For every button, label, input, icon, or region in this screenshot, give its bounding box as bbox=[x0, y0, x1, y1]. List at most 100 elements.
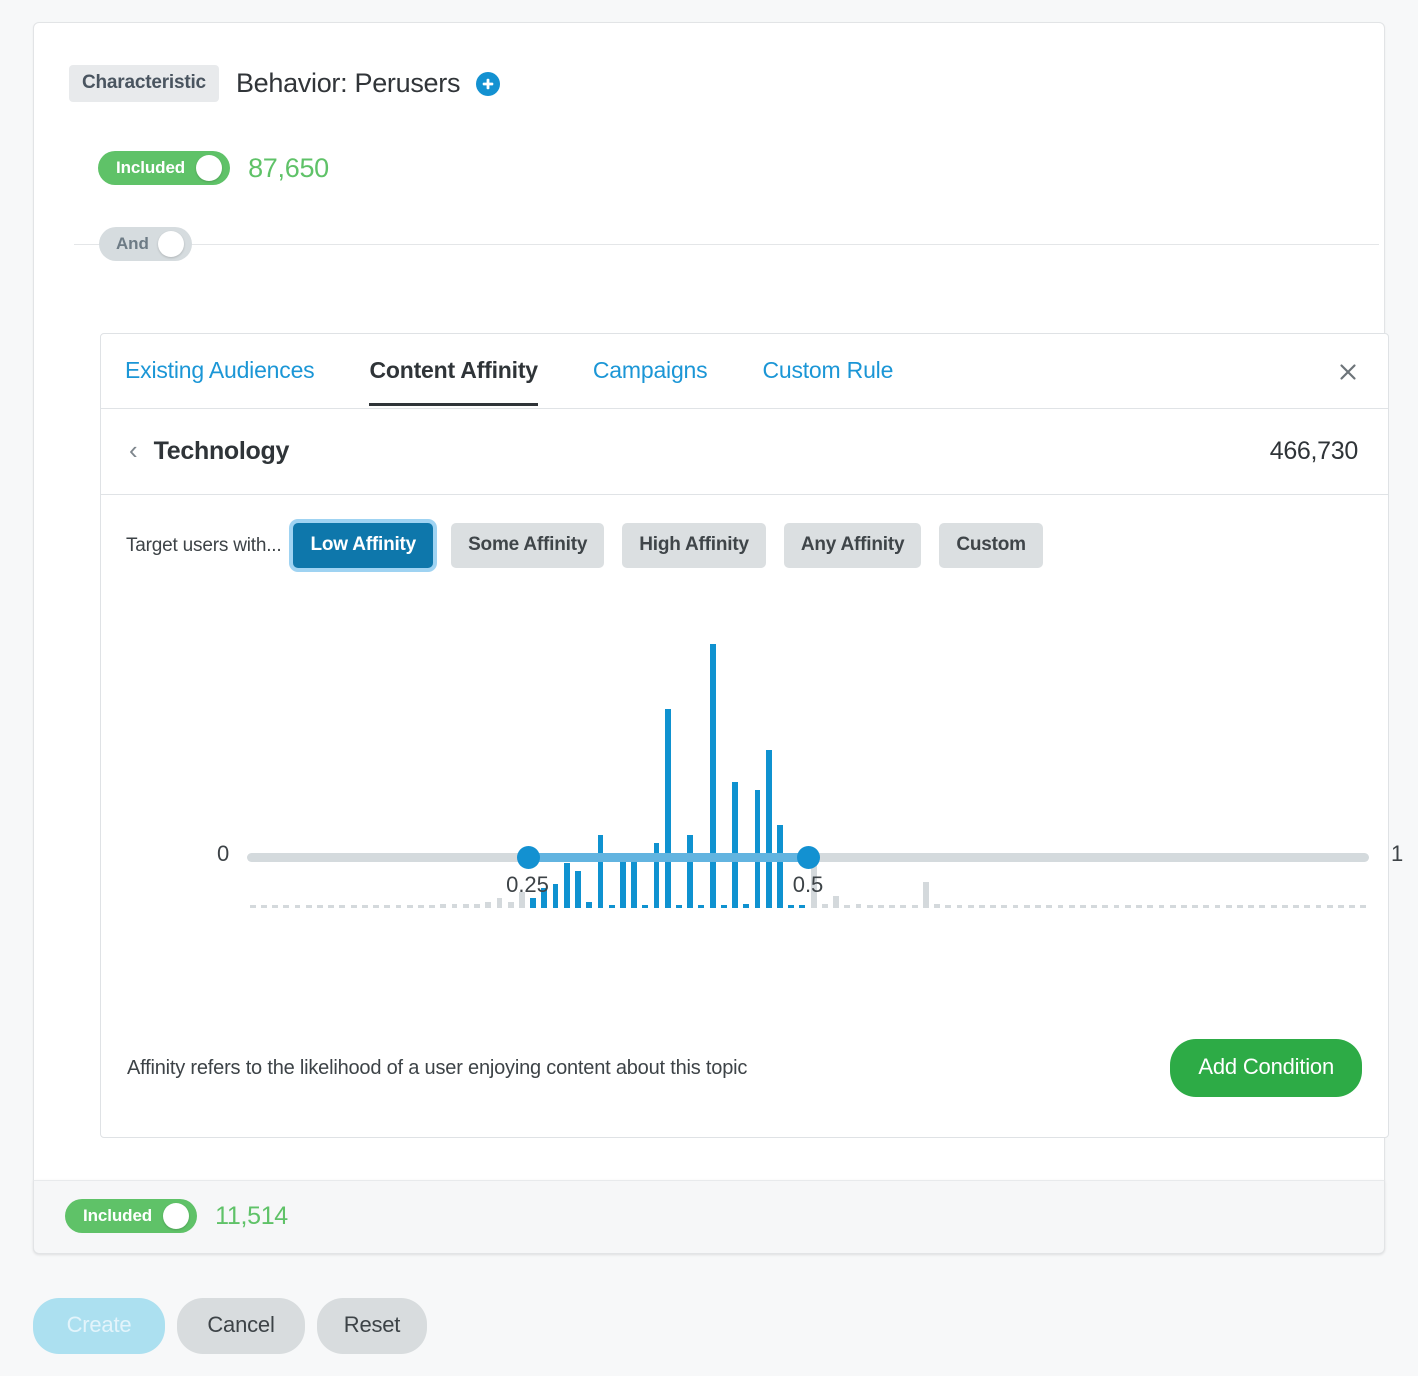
histogram-bar bbox=[1068, 905, 1075, 908]
histogram-bar bbox=[305, 905, 312, 908]
histogram-bar bbox=[429, 905, 436, 908]
included-toggle[interactable]: Included bbox=[98, 151, 231, 185]
characteristic-included-row: Included 87,650 bbox=[98, 151, 329, 185]
histogram-bar bbox=[1326, 905, 1333, 908]
affinity-option-custom[interactable]: Custom bbox=[939, 523, 1043, 568]
affinity-option-any[interactable]: Any Affinity bbox=[783, 523, 922, 568]
characteristic-title: Behavior: Perusers bbox=[235, 68, 461, 98]
range-slider: 0 1 0.25 0.5 bbox=[101, 841, 1403, 904]
histogram-bar bbox=[1001, 905, 1008, 908]
toggle-knob bbox=[163, 1203, 190, 1229]
histogram-bar bbox=[1293, 905, 1299, 908]
histogram-bar bbox=[978, 905, 985, 908]
included-toggle-label: Included bbox=[116, 158, 186, 177]
slider-low-value: 0.25 bbox=[506, 872, 549, 897]
histogram-bar bbox=[272, 905, 278, 908]
breadcrumb-title: Technology bbox=[153, 437, 290, 465]
histogram-bar bbox=[878, 905, 884, 908]
histogram-bar bbox=[608, 905, 615, 908]
histogram-bar bbox=[249, 905, 256, 908]
slider-high-value: 0.5 bbox=[792, 872, 824, 897]
histogram-bar bbox=[1360, 905, 1367, 908]
result-included-label: Included bbox=[83, 1206, 153, 1225]
histogram-bar bbox=[889, 905, 896, 908]
histogram-bar bbox=[1192, 905, 1198, 908]
condition-panel: Existing Audiences Content Affinity Camp… bbox=[100, 333, 1403, 1138]
histogram-bar bbox=[417, 905, 424, 908]
histogram-bar bbox=[1281, 905, 1288, 908]
histogram-bar bbox=[1079, 905, 1086, 908]
result-bar: Included 11,514 bbox=[33, 1180, 1385, 1254]
axis-max-label: 1 bbox=[1391, 841, 1404, 866]
affinity-selector: Target users with... Low Affinity Some A… bbox=[101, 495, 1388, 568]
histogram-bar bbox=[1338, 905, 1344, 908]
histogram-bar bbox=[720, 905, 727, 908]
histogram-bar bbox=[1035, 905, 1041, 908]
histogram-bar bbox=[1012, 905, 1019, 908]
histogram-bar bbox=[1304, 905, 1311, 908]
builder-card: Characteristic Behavior: Perusers Includ… bbox=[33, 22, 1403, 1254]
affinity-option-low[interactable]: Low Affinity bbox=[293, 523, 434, 568]
affinity-option-some[interactable]: Some Affinity bbox=[451, 523, 605, 568]
histogram-bar bbox=[1023, 905, 1030, 908]
plus-circle-icon[interactable] bbox=[476, 71, 501, 96]
histogram-bar bbox=[642, 905, 649, 908]
breadcrumb: ‹ Technology 466,730 bbox=[101, 409, 1388, 495]
histogram-bar bbox=[1180, 905, 1187, 908]
breadcrumb-count: 466,730 bbox=[1269, 437, 1359, 465]
create-button[interactable]: Create bbox=[33, 1298, 165, 1354]
histogram-bar bbox=[866, 905, 873, 908]
histogram-bar bbox=[911, 905, 918, 908]
affinity-footnote: Affinity refers to the likelihood of a u… bbox=[127, 1057, 748, 1079]
affinity-option-high[interactable]: High Affinity bbox=[622, 523, 766, 568]
and-toggle[interactable]: And bbox=[99, 227, 192, 261]
tab-campaigns[interactable]: Campaigns bbox=[593, 337, 708, 405]
and-divider-line bbox=[74, 244, 1379, 245]
slider-track-fill bbox=[527, 853, 808, 862]
reset-button[interactable]: Reset bbox=[317, 1298, 427, 1354]
histogram-bar bbox=[1349, 905, 1356, 908]
histogram-bar bbox=[440, 903, 447, 908]
histogram-bar bbox=[1102, 905, 1109, 908]
histogram-bar bbox=[1169, 905, 1176, 908]
slider-handle-low[interactable] bbox=[516, 846, 540, 869]
histogram-bar bbox=[1091, 905, 1098, 908]
histogram-bar bbox=[1248, 905, 1255, 908]
characteristic-count: 87,650 bbox=[248, 152, 329, 183]
slider-handle-high[interactable] bbox=[797, 846, 820, 869]
close-icon[interactable] bbox=[1336, 360, 1360, 384]
histogram-bar bbox=[283, 905, 290, 908]
panel-footer: Affinity refers to the likelihood of a u… bbox=[101, 1017, 1388, 1137]
result-included-toggle[interactable]: Included bbox=[65, 1199, 198, 1233]
histogram-bar bbox=[1046, 905, 1053, 908]
toggle-knob bbox=[157, 231, 184, 257]
histogram-bar bbox=[821, 903, 828, 908]
histogram-bar bbox=[294, 905, 301, 908]
chevron-left-icon[interactable]: ‹ bbox=[129, 437, 138, 463]
histogram-bar bbox=[900, 905, 907, 908]
histogram-bar bbox=[1214, 905, 1221, 908]
histogram-bar bbox=[339, 905, 346, 908]
histogram-bar bbox=[350, 905, 357, 908]
result-count: 11,514 bbox=[215, 1201, 288, 1230]
cancel-button[interactable]: Cancel bbox=[177, 1298, 305, 1354]
histogram-bar bbox=[1124, 905, 1131, 908]
tab-existing-audiences[interactable]: Existing Audiences bbox=[125, 337, 315, 405]
histogram-bar bbox=[462, 903, 469, 908]
histogram-bar bbox=[260, 905, 267, 908]
tab-content-affinity[interactable]: Content Affinity bbox=[369, 337, 539, 406]
result-included-row: Included 11,514 bbox=[65, 1199, 288, 1233]
histogram-bar bbox=[474, 903, 480, 908]
tab-custom-rule[interactable]: Custom Rule bbox=[762, 337, 893, 405]
histogram-bar bbox=[317, 905, 323, 908]
add-condition-button[interactable]: Add Condition bbox=[1170, 1039, 1362, 1097]
histogram-bar bbox=[328, 905, 335, 908]
action-buttons: Create Cancel Reset bbox=[33, 1298, 439, 1354]
histogram-bar bbox=[1057, 905, 1064, 908]
histogram-bar bbox=[1315, 905, 1322, 908]
affinity-histogram-chart: 0 1 0.25 0.5 bbox=[101, 568, 1403, 908]
histogram-bar bbox=[1158, 905, 1165, 908]
characteristic-tag: Characteristic bbox=[69, 65, 219, 102]
axis-min-label: 0 bbox=[217, 841, 230, 866]
histogram-bar bbox=[1259, 905, 1266, 908]
